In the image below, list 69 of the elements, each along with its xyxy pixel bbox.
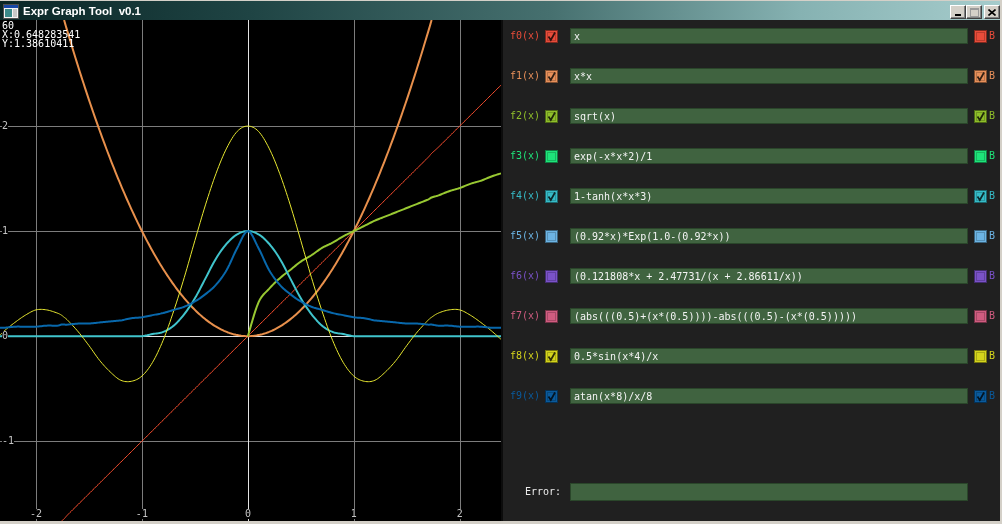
x-tick-label: 0 (244, 509, 251, 519)
expression-field[interactable]: (abs(((0.5)+(x*(0.5))))-abs(((0.5)-(x*(0.5))))) (570, 308, 968, 324)
bold-label: B (989, 190, 996, 202)
bold-checkbox[interactable] (974, 309, 987, 323)
expression-field[interactable]: sqrt(x) (570, 108, 968, 124)
counter-text: 60 (2, 21, 15, 30)
bold-checkbox[interactable] (974, 349, 987, 363)
bold-checkbox[interactable] (974, 69, 987, 83)
expression-field[interactable]: 0.5*sin(x*4)/x (570, 348, 968, 364)
function-label: f8(x) (510, 350, 541, 362)
bold-label: B (989, 270, 996, 282)
bold-label: B (989, 310, 996, 322)
bold-checkbox[interactable] (974, 109, 987, 123)
bold-label: B (989, 110, 996, 122)
bold-checkbox[interactable] (974, 269, 987, 283)
show-checkbox[interactable] (545, 149, 558, 163)
show-checkbox[interactable] (545, 29, 558, 43)
expression-field[interactable]: 1-tanh(x*x*3) (570, 188, 968, 204)
show-checkbox[interactable] (545, 189, 558, 203)
window-title: Expr Graph Tool v0.1 (23, 4, 141, 18)
function-label: f7(x) (510, 310, 541, 322)
function-label: f1(x) (510, 70, 541, 82)
x-tick-label: 2 (456, 509, 463, 519)
maximize-icon (969, 7, 979, 17)
error-label: Error: (524, 486, 561, 498)
show-checkbox[interactable] (545, 309, 558, 323)
y-tick-label: -1 (2, 436, 15, 447)
function-label: f5(x) (510, 230, 541, 242)
bold-checkbox[interactable] (974, 229, 987, 243)
minimize-button[interactable] (950, 5, 966, 19)
show-checkbox[interactable] (545, 269, 558, 283)
y-tick-label: 1 (2, 226, 9, 237)
function-label: f0(x) (510, 30, 541, 42)
bold-checkbox[interactable] (974, 149, 987, 163)
function-label: f4(x) (510, 190, 541, 202)
bold-label: B (989, 30, 996, 42)
bold-label: B (989, 230, 996, 242)
close-button[interactable] (984, 5, 1000, 19)
x-tick-label: -1 (135, 509, 148, 519)
bold-label: B (989, 350, 996, 362)
y-tick-label: 0 (2, 331, 9, 342)
expression-field[interactable]: (0.92*x)*Exp(1.0-(0.92*x)) (570, 228, 968, 244)
function-label: f2(x) (510, 110, 541, 122)
show-checkbox[interactable] (545, 349, 558, 363)
bold-checkbox[interactable] (974, 189, 987, 203)
window-icon (3, 3, 19, 19)
expression-field[interactable]: exp(-x*x*2)/1 (570, 148, 968, 164)
minimize-icon (954, 13, 961, 16)
bold-label: B (989, 390, 996, 402)
expression-field[interactable]: x*x (570, 68, 968, 84)
expression-field[interactable]: (0.121808*x + 2.47731/(x + 2.86611/x)) (570, 268, 968, 284)
bold-checkbox[interactable] (974, 29, 987, 43)
function-label: f6(x) (510, 270, 541, 282)
y-tick-label: 2 (2, 121, 9, 132)
expression-field[interactable]: x (570, 28, 968, 44)
x-tick-label: -2 (30, 509, 42, 519)
show-checkbox[interactable] (545, 229, 558, 243)
show-checkbox[interactable] (545, 389, 558, 403)
bold-label: B (989, 150, 996, 162)
show-checkbox[interactable] (545, 109, 558, 123)
function-label: f3(x) (510, 150, 541, 162)
x-tick-label: 1 (350, 509, 357, 519)
bold-checkbox[interactable] (974, 389, 987, 403)
expression-field[interactable]: atan(x*8)/x/8 (570, 388, 968, 404)
error-field[interactable] (570, 483, 968, 501)
function-label: f9(x) (510, 390, 541, 402)
show-checkbox[interactable] (545, 69, 558, 83)
close-icon (988, 8, 996, 16)
bold-label: B (989, 70, 996, 82)
